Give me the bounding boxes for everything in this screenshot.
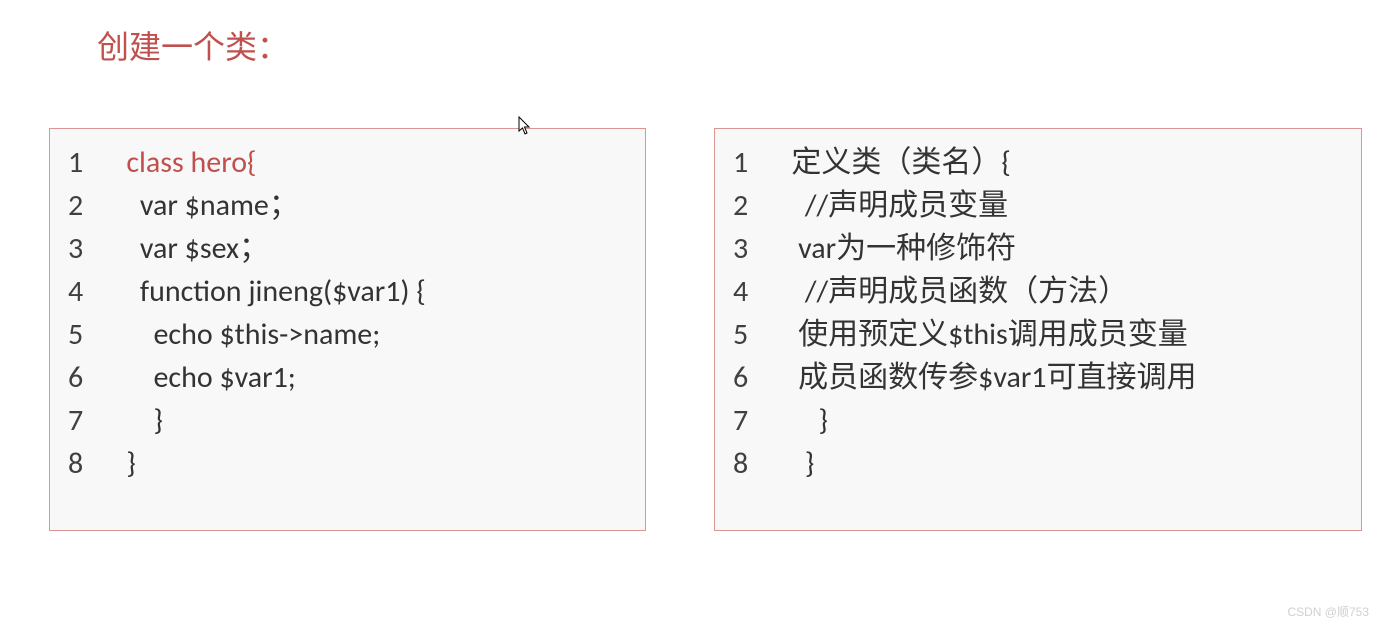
code-line: 1 定义类（类名）{ — [733, 141, 1351, 184]
watermark-text: CSDN @顺753 — [1287, 603, 1369, 620]
code-text: } — [106, 399, 163, 442]
code-text: var $name； — [106, 184, 299, 227]
code-box-left: 1 class hero{2 var $name；3 var $sex；4 fu… — [49, 128, 646, 531]
code-line: 2 var $name； — [68, 184, 635, 227]
line-number: 1 — [68, 141, 106, 184]
code-text: 定义类（类名）{ — [771, 141, 1011, 184]
code-box-right: 1 定义类（类名）{2 //声明成员变量3 var为一种修饰符4 //声明成员函… — [714, 128, 1362, 531]
line-number: 6 — [68, 356, 106, 399]
line-number: 2 — [68, 184, 106, 227]
code-line: 1 class hero{ — [68, 141, 635, 184]
code-line: 3 var为一种修饰符 — [733, 227, 1351, 270]
code-text: //声明成员函数（方法） — [771, 270, 1128, 313]
code-line: 4 function jineng($var1) { — [68, 270, 635, 313]
code-line: 7 } — [68, 399, 635, 442]
line-number: 8 — [68, 442, 106, 485]
line-number: 2 — [733, 184, 771, 227]
code-text: //声明成员变量 — [771, 184, 1008, 227]
line-number: 4 — [733, 270, 771, 313]
line-number: 7 — [733, 399, 771, 442]
code-text: } — [771, 399, 828, 442]
code-line: 5 echo $this->name; — [68, 313, 635, 356]
code-line: 8 } — [733, 442, 1351, 485]
code-line: 2 //声明成员变量 — [733, 184, 1351, 227]
code-line: 8 } — [68, 442, 635, 485]
code-text: echo $var1; — [106, 356, 296, 399]
code-text: function jineng($var1) { — [106, 270, 426, 313]
code-line: 5 使用预定义$this调用成员变量 — [733, 313, 1351, 356]
line-number: 8 — [733, 442, 771, 485]
code-line: 6 成员函数传参$var1可直接调用 — [733, 356, 1351, 399]
code-line: 7 } — [733, 399, 1351, 442]
code-text: var为一种修饰符 — [771, 227, 1016, 270]
line-number: 5 — [68, 313, 106, 356]
line-number: 5 — [733, 313, 771, 356]
code-text: } — [771, 442, 814, 485]
code-text: } — [106, 442, 136, 485]
line-number: 3 — [733, 227, 771, 270]
code-line: 4 //声明成员函数（方法） — [733, 270, 1351, 313]
code-text: var $sex； — [106, 227, 269, 270]
code-text: 使用预定义$this调用成员变量 — [771, 313, 1188, 356]
code-line: 6 echo $var1; — [68, 356, 635, 399]
code-text: echo $this->name; — [106, 313, 380, 356]
page-title: 创建一个类： — [97, 22, 289, 68]
line-number: 1 — [733, 141, 771, 184]
line-number: 7 — [68, 399, 106, 442]
line-number: 3 — [68, 227, 106, 270]
code-text: 成员函数传参$var1可直接调用 — [771, 356, 1196, 399]
code-line: 3 var $sex； — [68, 227, 635, 270]
line-number: 4 — [68, 270, 106, 313]
code-text: class hero{ — [106, 141, 256, 184]
line-number: 6 — [733, 356, 771, 399]
